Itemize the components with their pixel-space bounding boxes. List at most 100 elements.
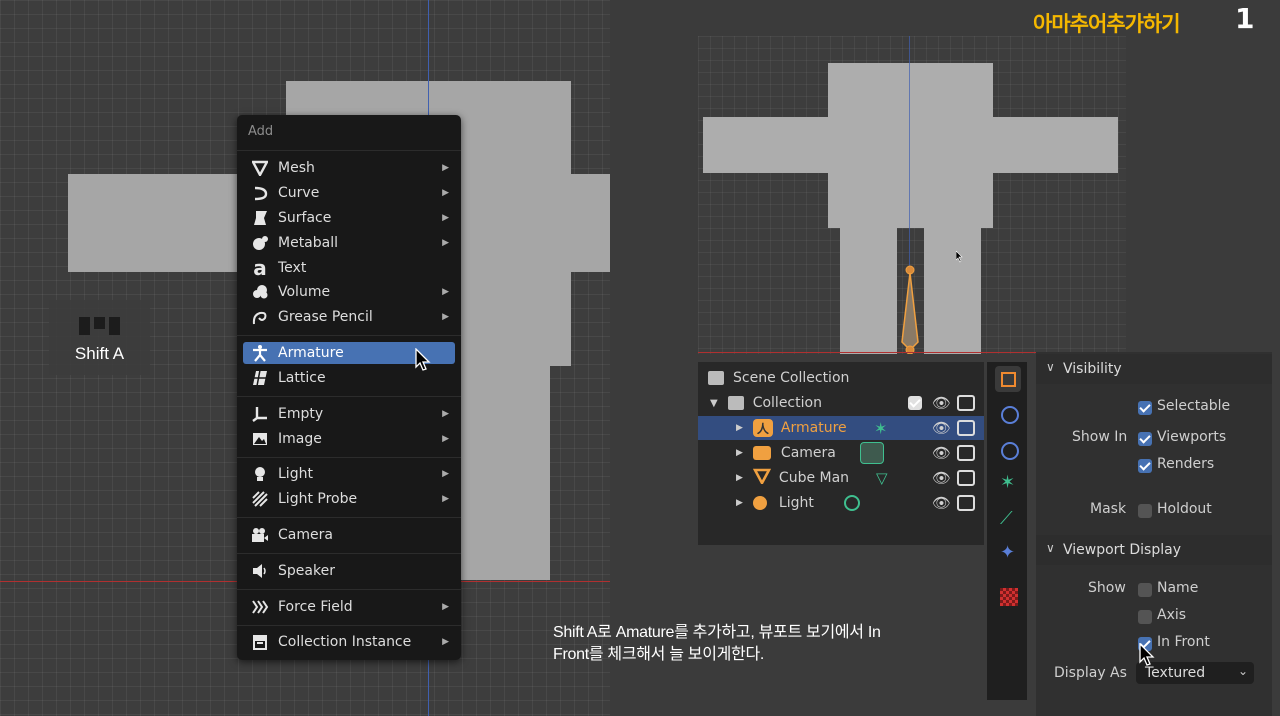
key-hint: Shift A	[49, 300, 150, 375]
menu-item-force-field[interactable]: Force Field ▶	[243, 596, 455, 618]
render-camera-icon[interactable]	[957, 495, 975, 511]
mesh-torso	[828, 173, 993, 228]
viewports-checkbox[interactable]	[1138, 432, 1152, 446]
menu-item-camera[interactable]: Camera	[243, 524, 455, 546]
tab-object-icon[interactable]	[995, 366, 1021, 392]
visibility-eye-icon[interactable]: 👁	[932, 494, 951, 512]
visibility-eye-icon[interactable]: 👁	[932, 444, 951, 462]
viewport-display-header[interactable]: ∨ Viewport Display	[1036, 535, 1272, 565]
lattice-icon	[250, 369, 270, 387]
armature-icon: 人	[752, 419, 773, 437]
render-camera-icon[interactable]	[957, 445, 975, 461]
submenu-arrow-icon: ▶	[442, 312, 449, 322]
image-icon	[250, 430, 270, 448]
submenu-arrow-icon: ▶	[442, 637, 449, 647]
mesh-arm-right	[560, 174, 610, 272]
submenu-arrow-icon: ▶	[442, 287, 449, 297]
render-camera-icon[interactable]	[957, 395, 975, 411]
mouse-cursor-icon	[1139, 642, 1155, 671]
visibility-eye-icon[interactable]: 👁	[932, 394, 951, 412]
outliner-row-cube-man[interactable]: ▶ Cube Man ▽ 👁	[698, 466, 984, 490]
menu-item-mesh[interactable]: Mesh ▶	[243, 157, 455, 179]
armature-data-icon: ✶	[874, 418, 888, 438]
submenu-arrow-icon: ▶	[442, 163, 449, 173]
mesh-data-icon: ▽	[876, 469, 888, 487]
camera-icon	[250, 526, 270, 544]
submenu-arrow-icon: ▶	[442, 469, 449, 479]
visibility-eye-icon[interactable]: 👁	[932, 469, 951, 487]
mesh-arms	[703, 117, 1118, 173]
visibility-eye-icon[interactable]: 👁	[932, 419, 951, 437]
axis-checkbox[interactable]	[1138, 610, 1152, 624]
tab-modifier-icon[interactable]	[1001, 406, 1019, 424]
metaball-icon	[250, 234, 270, 252]
surface-icon	[250, 209, 270, 227]
properties-tabs: ✶ ⟋ ✦	[987, 362, 1027, 700]
volume-icon	[250, 283, 270, 301]
tab-armature-data-icon[interactable]: ✶	[1000, 472, 1015, 493]
expand-arrow-icon: ▶	[736, 448, 743, 458]
render-camera-icon[interactable]	[957, 420, 975, 436]
outliner-row-armature[interactable]: ▶ 人 Armature ✶ 👁	[698, 416, 984, 440]
tab-texture-icon[interactable]	[1000, 588, 1018, 606]
menu-item-metaball[interactable]: Metaball ▶	[243, 232, 455, 254]
tab-bone-icon[interactable]: ⟋	[1000, 508, 1013, 529]
mesh-icon	[250, 159, 270, 177]
key-hint-label: Shift A	[74, 344, 125, 363]
renders-checkbox[interactable]	[1138, 459, 1152, 473]
armature-bone	[900, 264, 920, 354]
light-icon	[250, 465, 270, 483]
mesh-leg-left	[840, 228, 897, 354]
menu-item-curve[interactable]: Curve ▶	[243, 182, 455, 204]
armature-icon	[250, 344, 270, 362]
empty-icon	[250, 405, 270, 423]
mesh-icon	[752, 468, 772, 488]
caption: Shift A로 Amature를 추가하고, 뷰포트 보기에서 In Fron…	[553, 622, 973, 666]
menu-item-collection-instance[interactable]: Collection Instance ▶	[243, 631, 455, 653]
force-field-icon	[250, 598, 270, 616]
expand-arrow-icon: ▶	[736, 498, 743, 508]
viewport-right[interactable]	[698, 36, 1126, 354]
light-data-icon	[844, 495, 860, 511]
mesh-legs	[461, 366, 550, 580]
speaker-icon	[250, 562, 270, 580]
submenu-arrow-icon: ▶	[442, 602, 449, 612]
outliner-collection[interactable]: ▼ Collection 👁	[698, 391, 984, 415]
camera-data-icon	[860, 442, 884, 464]
light-icon	[752, 496, 767, 510]
outliner-row-camera[interactable]: ▶ Camera 👁	[698, 441, 984, 465]
menu-item-empty[interactable]: Empty ▶	[243, 403, 455, 425]
add-menu-title: Add	[248, 124, 274, 139]
collection-instance-icon	[250, 633, 270, 651]
outliner-scene-collection[interactable]: Scene Collection	[698, 366, 984, 390]
render-camera-icon[interactable]	[957, 470, 975, 486]
collapse-chevron-icon: ∨	[1046, 360, 1055, 374]
menu-item-image[interactable]: Image ▶	[243, 428, 455, 450]
tab-physics-icon[interactable]	[1001, 442, 1019, 460]
text-icon: a	[253, 256, 267, 280]
menu-item-light-probe[interactable]: Light Probe ▶	[243, 488, 455, 510]
name-checkbox[interactable]	[1138, 583, 1152, 597]
visibility-header[interactable]: ∨ Visibility	[1036, 354, 1272, 384]
menu-item-light[interactable]: Light ▶	[243, 463, 455, 485]
menu-item-grease-pencil[interactable]: Grease Pencil ▶	[243, 306, 455, 328]
menu-item-speaker[interactable]: Speaker	[243, 560, 455, 582]
mouse-cursor-icon	[955, 248, 964, 267]
include-checkbox[interactable]	[908, 396, 922, 410]
menu-item-volume[interactable]: Volume ▶	[243, 281, 455, 303]
selectable-checkbox[interactable]	[1138, 401, 1152, 415]
light-probe-icon	[250, 490, 270, 508]
collapse-chevron-icon: ∨	[1046, 541, 1055, 555]
submenu-arrow-icon: ▶	[442, 409, 449, 419]
submenu-arrow-icon: ▶	[442, 213, 449, 223]
camera-icon	[752, 446, 771, 460]
outliner-row-light[interactable]: ▶ Light 👁	[698, 491, 984, 515]
chevron-down-icon: ⌄	[1237, 664, 1248, 678]
expand-arrow-icon: ▶	[736, 473, 743, 483]
outliner: Scene Collection ▼ Collection 👁 ▶ 人 Arma…	[698, 362, 984, 545]
tab-constraint-icon[interactable]: ✦	[1000, 542, 1015, 563]
holdout-checkbox[interactable]	[1138, 504, 1152, 518]
submenu-arrow-icon: ▶	[442, 494, 449, 504]
menu-item-text[interactable]: a Text	[243, 256, 455, 280]
menu-item-surface[interactable]: Surface ▶	[243, 207, 455, 229]
